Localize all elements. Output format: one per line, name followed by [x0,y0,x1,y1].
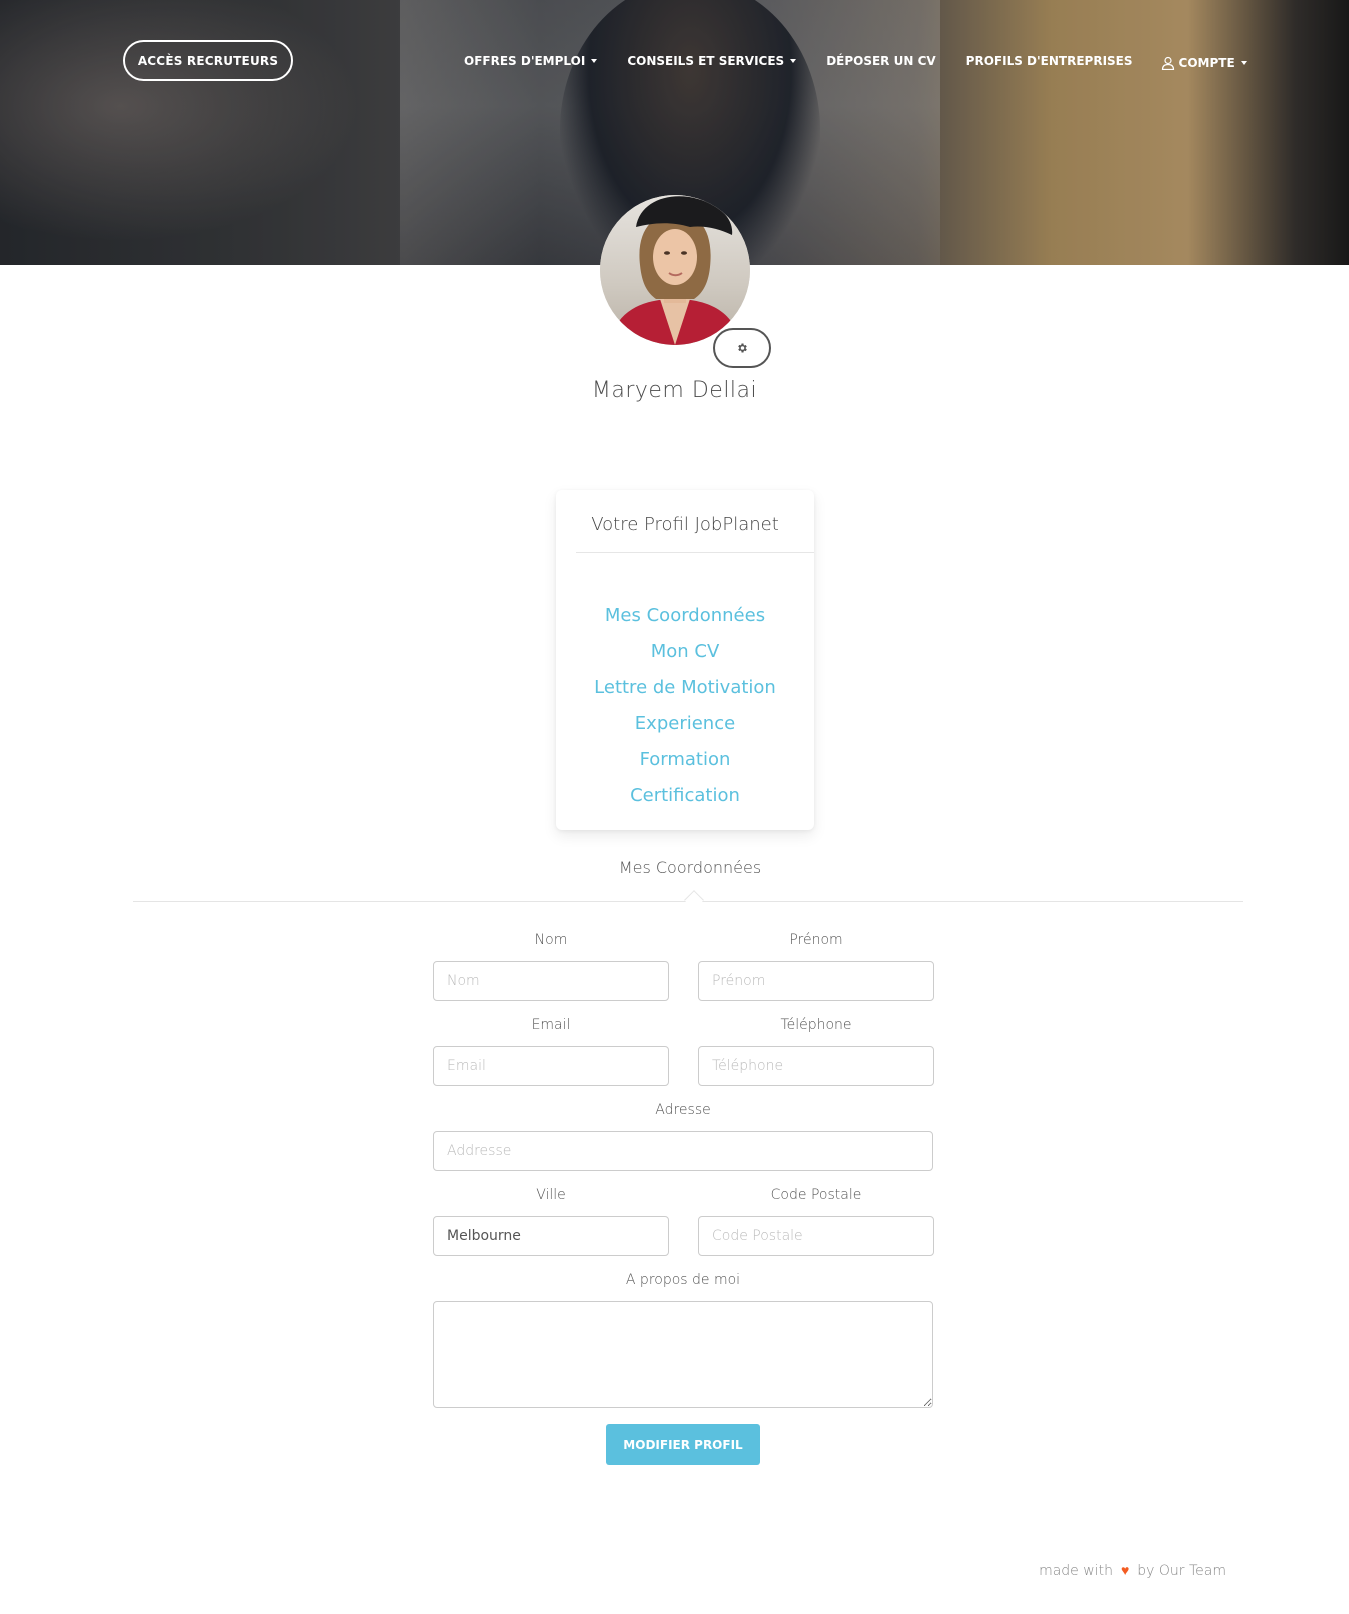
nav-item-offres[interactable]: OFFRES D'EMPLOI [464,54,598,68]
ville-label: Ville [536,1187,566,1203]
email-input[interactable] [433,1046,669,1086]
nav-label-profils: PROFILS D'ENTREPRISES [965,54,1133,68]
nom-label: Nom [534,932,568,948]
prenom-label: Prénom [789,932,843,948]
nav-label-conseils: CONSEILS ET SERVICES [627,54,785,68]
section-title: Mes Coordonnées [618,858,762,877]
profile-menu-card: Votre Profil JobPlanet Mes Coordonnées M… [556,490,814,830]
avatar [600,195,750,345]
footer-made-with: made with [1039,1562,1113,1579]
profile-link-lettre[interactable]: Lettre de Motivation [594,670,776,706]
nom-input[interactable] [433,961,669,1001]
modifier-profil-button[interactable]: MODIFIER PROFIL [606,1424,760,1465]
chevron-down-icon [1240,61,1247,65]
nav-item-conseils[interactable]: CONSEILS ET SERVICES [627,54,797,68]
avatar-photo [600,195,750,345]
footer: made with ♥ by Our Team [1000,1562,1226,1580]
section-divider-notch [684,890,704,910]
gear-icon [738,343,747,353]
recruiter-access-button[interactable]: ACCÈS RECRUTEURS [123,40,293,81]
apropos-label: A propos de moi [625,1272,741,1288]
footer-by-team: by Our Team [1137,1562,1226,1579]
divider [576,552,814,553]
user-icon [1161,56,1174,70]
telephone-label: Téléphone [780,1017,852,1033]
profile-name: Maryem Dellai [591,378,758,403]
chevron-down-icon [790,59,797,63]
email-label: Email [531,1017,571,1033]
telephone-input[interactable] [698,1046,934,1086]
apropos-textarea[interactable] [433,1301,933,1408]
profile-link-formation[interactable]: Formation [640,742,731,778]
profile-menu-links: Mes Coordonnées Mon CV Lettre de Motivat… [556,598,814,814]
nav-label-offres: OFFRES D'EMPLOI [464,54,586,68]
prenom-input[interactable] [698,961,934,1001]
nav-item-profils[interactable]: PROFILS D'ENTREPRISES [966,54,1133,68]
profile-link-coordonnees[interactable]: Mes Coordonnées [605,598,765,634]
adresse-label: Adresse [655,1102,711,1118]
main-nav: OFFRES D'EMPLOI CONSEILS ET SERVICES DÉP… [460,50,1247,72]
nav-label-deposer: DÉPOSER UN CV [826,54,936,68]
chevron-down-icon [591,59,598,63]
profile-link-experience[interactable]: Experience [635,706,735,742]
heart-icon: ♥ [1120,1563,1130,1579]
profile-card-title: Votre Profil JobPlanet [591,514,779,535]
nav-item-deposer[interactable]: DÉPOSER UN CV [826,54,935,68]
profile-link-cv[interactable]: Mon CV [651,634,720,670]
nav-label-compte: COMPTE [1178,56,1235,70]
avatar-settings-button[interactable] [713,328,771,368]
adresse-input[interactable] [433,1131,933,1171]
profile-link-certification[interactable]: Certification [630,778,740,814]
code-postale-input[interactable] [698,1216,934,1256]
code-postale-label: Code Postale [770,1187,862,1203]
nav-item-compte[interactable]: COMPTE [1161,56,1247,70]
ville-input[interactable] [433,1216,669,1256]
